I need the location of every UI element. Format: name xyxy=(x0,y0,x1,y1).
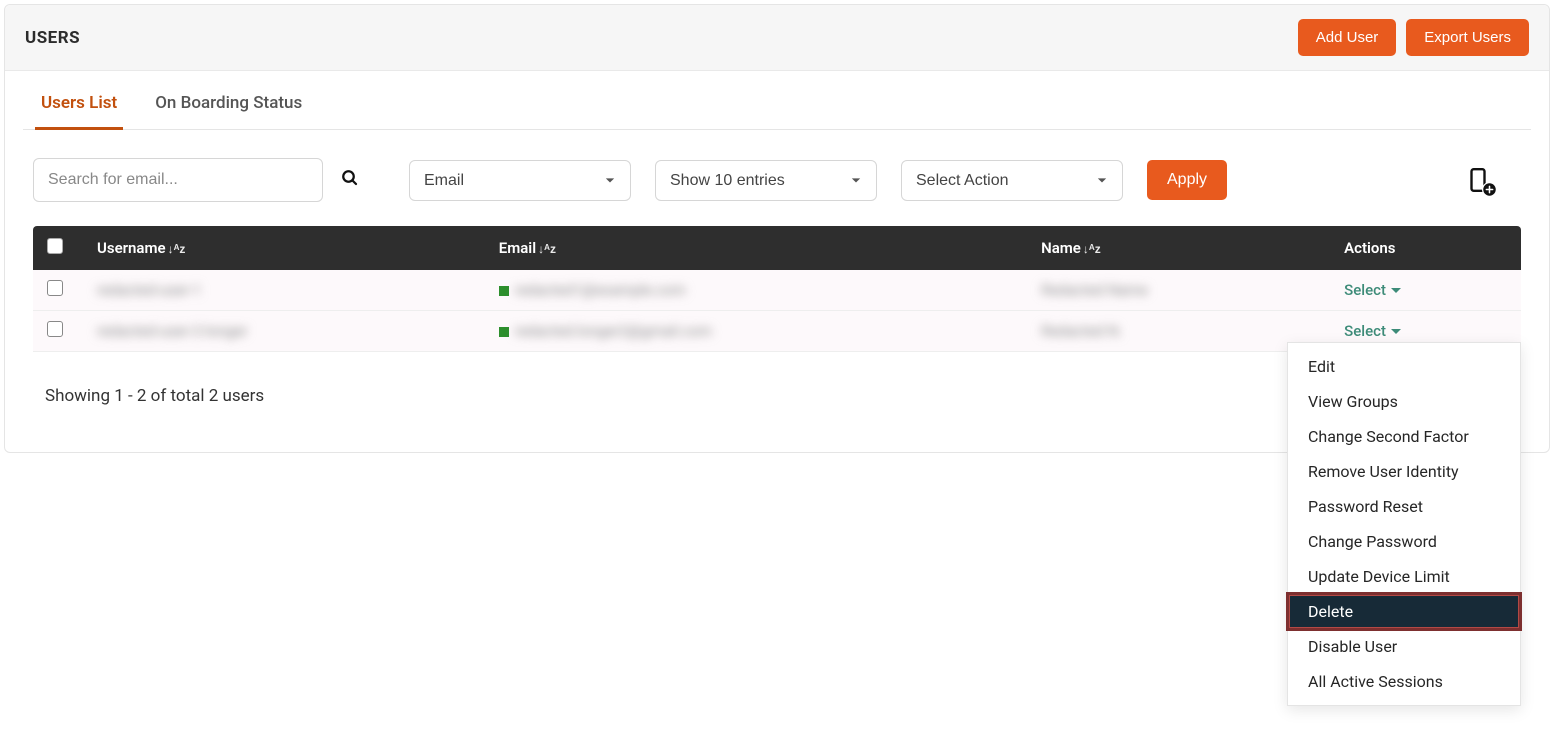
row-action-select[interactable]: Select xyxy=(1344,322,1401,340)
menu-remove-user-identity[interactable]: Remove User Identity xyxy=(1288,454,1520,489)
filter-field-select[interactable]: Email xyxy=(409,160,631,201)
menu-all-active-sessions[interactable]: All Active Sessions xyxy=(1288,664,1520,699)
card-header: USERS Add User Export Users xyxy=(5,5,1549,71)
cell-name: Redacted Name xyxy=(1041,281,1148,299)
tab-users-list[interactable]: Users List xyxy=(41,71,117,129)
row-action-select[interactable]: Select xyxy=(1344,281,1401,299)
row-checkbox[interactable] xyxy=(47,321,63,337)
menu-view-groups[interactable]: View Groups xyxy=(1288,384,1520,419)
status-dot-icon xyxy=(499,327,509,337)
col-email[interactable]: Email↓ᴬᴢ xyxy=(485,226,1027,270)
users-card: USERS Add User Export Users Users List O… xyxy=(4,4,1550,453)
menu-edit[interactable]: Edit xyxy=(1288,349,1520,384)
table-row: redacted-user-1 redacted1@example.com Re… xyxy=(33,270,1521,311)
status-dot-icon xyxy=(499,286,509,296)
sort-icon: ↓ᴬᴢ xyxy=(1083,242,1101,256)
users-table: Username↓ᴬᴢ Email↓ᴬᴢ Name↓ᴬᴢ Actions xyxy=(33,226,1521,352)
cell-name: Redacted N. xyxy=(1041,322,1122,340)
search-icon[interactable] xyxy=(341,169,359,191)
select-all-checkbox[interactable] xyxy=(47,238,63,254)
add-user-button[interactable]: Add User xyxy=(1298,19,1397,56)
menu-change-second-factor[interactable]: Change Second Factor xyxy=(1288,419,1520,454)
menu-password-reset[interactable]: Password Reset xyxy=(1288,489,1520,524)
menu-delete[interactable]: Delete xyxy=(1288,594,1520,629)
bulk-action-select[interactable]: Select Action xyxy=(901,160,1123,201)
tabs: Users List On Boarding Status xyxy=(23,71,1531,130)
apply-button[interactable]: Apply xyxy=(1147,160,1227,200)
menu-change-password[interactable]: Change Password xyxy=(1288,524,1520,559)
row-checkbox[interactable] xyxy=(47,280,63,296)
cell-email: redacted.longer2@gmail.com xyxy=(515,322,712,340)
filters-bar: Email Show 10 entries Select Action Appl… xyxy=(23,158,1531,226)
entries-select[interactable]: Show 10 entries xyxy=(655,160,877,201)
header-buttons: Add User Export Users xyxy=(1298,19,1529,56)
tab-onboarding-status[interactable]: On Boarding Status xyxy=(155,71,302,129)
col-actions: Actions xyxy=(1330,226,1521,270)
export-users-button[interactable]: Export Users xyxy=(1406,19,1529,56)
sort-icon: ↓ᴬᴢ xyxy=(538,242,556,256)
cell-username: redacted-user-1 xyxy=(97,281,201,299)
menu-disable-user[interactable]: Disable User xyxy=(1288,629,1520,664)
cell-email: redacted1@example.com xyxy=(515,281,686,299)
col-name[interactable]: Name↓ᴬᴢ xyxy=(1027,226,1330,270)
menu-update-device-limit[interactable]: Update Device Limit xyxy=(1288,559,1520,594)
sort-icon: ↓ᴬᴢ xyxy=(168,242,186,256)
page-title: USERS xyxy=(25,28,80,48)
chevron-down-icon xyxy=(1391,288,1401,293)
col-username[interactable]: Username↓ᴬᴢ xyxy=(83,226,485,270)
search-input[interactable] xyxy=(33,158,323,202)
chevron-down-icon xyxy=(1391,329,1401,334)
showing-text: Showing 1 - 2 of total 2 users xyxy=(45,386,264,406)
cell-username: redacted-user-2-longer xyxy=(97,322,248,340)
add-device-icon[interactable] xyxy=(1465,167,1491,193)
row-action-dropdown: Edit View Groups Change Second Factor Re… xyxy=(1287,342,1521,706)
